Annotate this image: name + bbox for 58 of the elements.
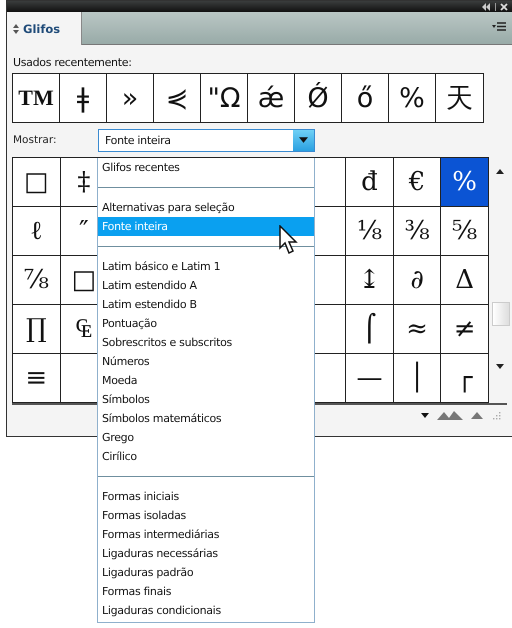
close-icon[interactable] [500,2,508,10]
dropdown-option[interactable]: Formas intermediárias [98,525,314,544]
recent-label: Usados recentemente: [12,55,133,71]
cursor-icon [279,225,299,255]
dropdown-option[interactable]: Formas finais [98,582,314,601]
dropdown-option[interactable]: Símbolos matemáticos [98,409,314,428]
dropdown-option[interactable]: Cirílico [98,447,314,466]
dropdown-option[interactable]: Números [98,352,314,371]
zoom-in-icon[interactable] [471,412,483,418]
glyph-cell[interactable]: ≠ [441,305,489,354]
up-down-arrows-icon [13,24,19,34]
glyph-cell[interactable]: □ [13,158,61,207]
scroll-down-icon[interactable] [496,364,504,369]
dropdown-option[interactable]: Ligaduras padrão [98,563,314,582]
panel-menu-icon[interactable] [492,22,506,31]
zoom-out-icon[interactable] [437,410,463,420]
glyph-cell[interactable]: Δ [441,256,489,305]
glyph-cell[interactable]: ↨ [346,256,394,305]
glyph-cell[interactable]: ǽ [248,74,295,122]
glyph-cell[interactable]: » [107,74,154,122]
dropdown-option[interactable]: Moeda [98,371,314,390]
dropdown-option[interactable]: Formas iniciais [98,487,314,506]
dropdown-option[interactable]: Ligaduras necessárias [98,544,314,563]
dropdown-option[interactable]: Formas isoladas [98,506,314,525]
scroll-up-icon[interactable] [496,169,504,174]
dropdown-arrow-icon[interactable] [299,137,308,143]
dropdown-option[interactable]: Símbolos [98,390,314,409]
panel-tab[interactable]: Glifos [7,12,82,45]
glyph-cell[interactable]: — [346,354,394,403]
font-subset-dropdown[interactable]: Fonte inteira [98,128,315,152]
glyph-cell[interactable]: ≡ [13,354,61,403]
glyph-cell[interactable]: ┌ [441,354,489,403]
glyph-cell[interactable]: ∏ [13,305,61,354]
glyph-cell[interactable]: ℓ [13,207,61,256]
glyph-cell[interactable]: ⅜ [394,207,442,256]
resize-grip-icon[interactable] [491,410,501,420]
glyph-cell[interactable]: ⅛ [346,207,394,256]
glyph-cell[interactable]: ő [342,74,389,122]
glyph-cell[interactable]: ⅝ [441,207,489,256]
glyph-cell[interactable]: 天 [436,74,483,122]
glyph-cell[interactable]: ≈ [394,305,442,354]
glyph-cell[interactable]: ⋞ [154,74,201,122]
glyph-cell[interactable]: đ [346,158,394,207]
glyph-cell[interactable]: ∂ [394,256,442,305]
glyph-cell[interactable]: ǂ [60,74,107,122]
glyph-cell[interactable]: % [389,74,436,122]
glyph-cell[interactable]: % [441,158,489,207]
glyph-cell[interactable]: Ǿ [295,74,342,122]
dropdown-option[interactable]: Ligaduras condicionais [98,601,314,620]
scrollbar-thumb[interactable] [492,302,510,326]
show-label: Mostrar: [12,134,58,146]
glyph-cell[interactable]: "Ω [201,74,248,122]
font-style-dropdown-icon[interactable] [421,412,429,418]
glyph-cell[interactable]: ⌠ [346,305,394,354]
glyph-cell[interactable]: │ [394,354,442,403]
dropdown-option[interactable]: Grego [98,428,314,447]
glyph-cell[interactable]: ⅞ [13,256,61,305]
glyph-cell[interactable]: TM [13,74,60,122]
